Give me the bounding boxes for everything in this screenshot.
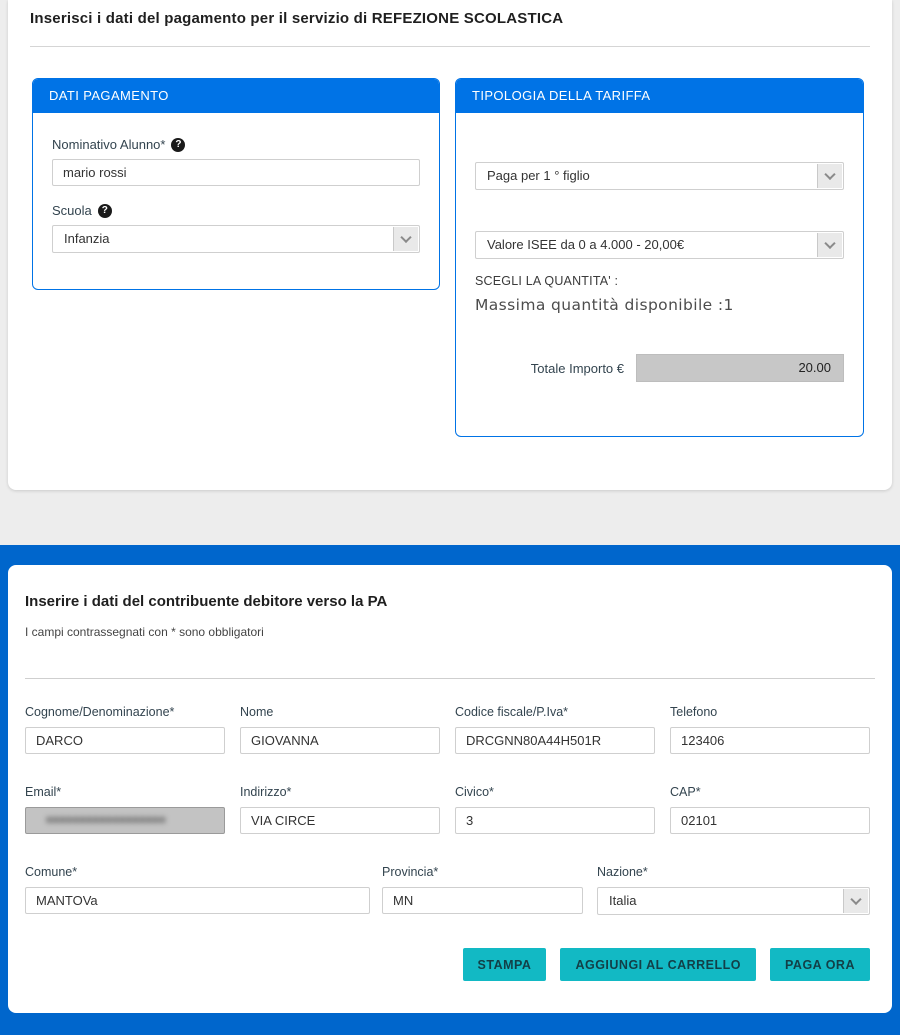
zip-field-group: CAP*: [670, 785, 870, 834]
total-amount-row: Totale Importo € 20.00: [475, 354, 844, 382]
street-number-field-group: Civico*: [455, 785, 655, 834]
tariff-type-panel-header: TIPOLOGIA DELLA TARIFFA: [456, 79, 863, 113]
choose-quantity-label: SCEGLI LA QUANTITA' :: [475, 274, 844, 288]
isee-range-select[interactable]: Valore ISEE da 0 a 4.000 - 20,00€: [475, 231, 844, 259]
payment-data-panel: DATI PAGAMENTO Nominativo Alunno* ? Scuo…: [32, 78, 440, 290]
chevron-down-icon: [817, 233, 842, 257]
address-field-group: Indirizzo*: [240, 785, 440, 834]
phone-input[interactable]: [670, 727, 870, 754]
add-to-cart-button[interactable]: AGGIUNGI AL CARRELLO: [560, 948, 756, 981]
country-select[interactable]: Italia: [597, 887, 870, 915]
total-amount-label: Totale Importo €: [475, 361, 636, 376]
payment-data-panel-header: DATI PAGAMENTO: [33, 79, 439, 113]
fiscal-code-label: Codice fiscale/P.Iva*: [455, 705, 655, 719]
province-input[interactable]: [382, 887, 583, 914]
phone-field-group: Telefono: [670, 705, 870, 754]
total-amount-field: 20.00: [636, 354, 844, 382]
chevron-down-icon: [817, 164, 842, 188]
title-divider: [30, 46, 870, 47]
surname-input[interactable]: [25, 727, 225, 754]
school-select[interactable]: Infanzia: [52, 225, 420, 253]
city-label: Comune*: [25, 865, 370, 879]
debtor-divider: [25, 678, 875, 679]
email-field-readonly: ●●●●●●●●●●●●●●●●●●: [25, 807, 225, 834]
chevron-down-icon: [843, 889, 868, 913]
street-number-label: Civico*: [455, 785, 655, 799]
country-select-value: Italia: [609, 888, 837, 914]
fiscal-code-input[interactable]: [455, 727, 655, 754]
name-field-group: Nome: [240, 705, 440, 754]
child-number-select-value: Paga per 1 ° figlio: [487, 163, 811, 189]
address-input[interactable]: [240, 807, 440, 834]
isee-range-select-value: Valore ISEE da 0 a 4.000 - 20,00€: [487, 232, 811, 258]
country-label: Nazione*: [597, 865, 870, 879]
city-input[interactable]: [25, 887, 370, 914]
country-field-group: Nazione* Italia: [597, 865, 870, 915]
phone-label: Telefono: [670, 705, 870, 719]
name-input[interactable]: [240, 727, 440, 754]
fiscal-code-field-group: Codice fiscale/P.Iva*: [455, 705, 655, 754]
help-icon[interactable]: ?: [98, 204, 112, 218]
help-icon[interactable]: ?: [171, 138, 185, 152]
debtor-data-card: Inserire i dati del contribuente debitor…: [8, 565, 892, 1013]
student-name-input[interactable]: [52, 159, 420, 186]
debtor-section-title: Inserire i dati del contribuente debitor…: [25, 593, 387, 610]
zip-label: CAP*: [670, 785, 870, 799]
surname-label: Cognome/Denominazione*: [25, 705, 225, 719]
email-label: Email*: [25, 785, 225, 799]
print-button[interactable]: STAMPA: [463, 948, 547, 981]
pay-now-button[interactable]: PAGA ORA: [770, 948, 870, 981]
student-name-label: Nominativo Alunno*: [52, 137, 165, 152]
action-buttons-row: STAMPA AGGIUNGI AL CARRELLO PAGA ORA: [463, 948, 870, 981]
email-masked-value: ●●●●●●●●●●●●●●●●●●: [36, 808, 214, 833]
province-field-group: Provincia*: [382, 865, 583, 914]
email-field-group: Email* ●●●●●●●●●●●●●●●●●●: [25, 785, 225, 834]
payment-entry-card: Inserisci i dati del pagamento per il se…: [8, 0, 892, 490]
school-select-value: Infanzia: [64, 226, 387, 252]
max-quantity-text: Massima quantità disponibile :1: [475, 296, 844, 314]
school-label: Scuola: [52, 203, 92, 218]
zip-input[interactable]: [670, 807, 870, 834]
school-label-row: Scuola ?: [52, 203, 420, 218]
street-number-input[interactable]: [455, 807, 655, 834]
name-label: Nome: [240, 705, 440, 719]
province-label: Provincia*: [382, 865, 583, 879]
student-name-label-row: Nominativo Alunno* ?: [52, 137, 420, 152]
address-label: Indirizzo*: [240, 785, 440, 799]
page-title: Inserisci i dati del pagamento per il se…: [30, 10, 870, 27]
surname-field-group: Cognome/Denominazione*: [25, 705, 225, 754]
chevron-down-icon: [393, 227, 418, 251]
city-field-group: Comune*: [25, 865, 370, 914]
child-number-select[interactable]: Paga per 1 ° figlio: [475, 162, 844, 190]
tariff-type-panel: TIPOLOGIA DELLA TARIFFA Paga per 1 ° fig…: [455, 78, 864, 437]
required-fields-note: I campi contrassegnati con * sono obblig…: [25, 625, 264, 639]
